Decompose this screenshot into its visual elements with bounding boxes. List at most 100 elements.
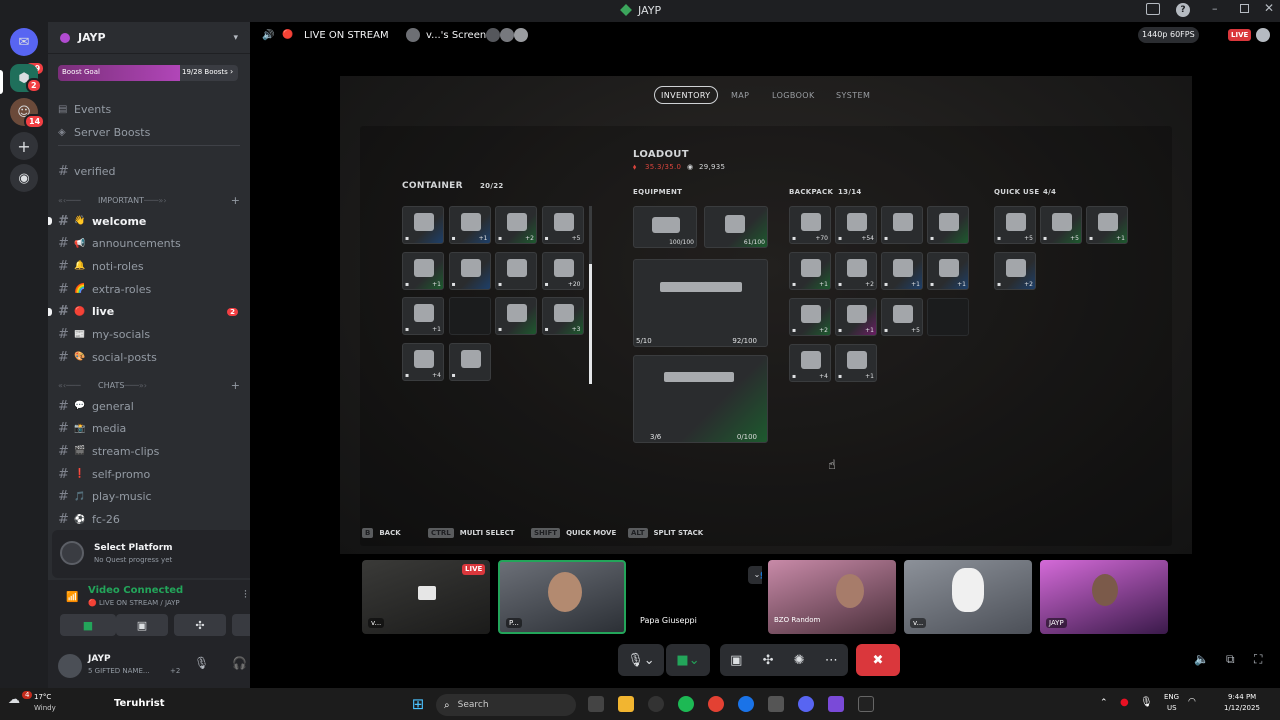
add-channel-icon[interactable]: + — [231, 379, 240, 392]
participant-tile-speaking[interactable]: P... — [498, 560, 626, 634]
mute-button[interactable]: 🎙⌄ — [618, 644, 664, 676]
microphone-icon[interactable]: 🎙 — [194, 656, 209, 670]
inventory-slot[interactable] — [927, 298, 969, 336]
inbox-icon[interactable] — [1146, 3, 1160, 15]
clock-date[interactable]: 1/12/2025 — [1224, 704, 1260, 712]
channel-announcements[interactable]: # 📢 announcements — [58, 234, 240, 254]
channel-stream-clips[interactable]: # 🎬 stream-clips — [58, 441, 240, 461]
inventory-slot[interactable]: ▪ +2 — [835, 252, 877, 290]
inventory-slot[interactable]: ▪ +2 — [994, 252, 1036, 290]
channel-live[interactable]: # 🔴 live 2 — [48, 302, 240, 322]
discover-icon[interactable]: ◉ — [10, 164, 38, 192]
wifi-icon[interactable]: ◠ — [1188, 697, 1196, 707]
nav-events[interactable]: ▤ Events — [58, 99, 240, 119]
maximize-button[interactable] — [1240, 4, 1249, 13]
inventory-slot[interactable]: ▪ +4 — [402, 342, 444, 381]
inventory-slot[interactable]: ▪ +5 — [994, 206, 1036, 244]
channel-extra-roles[interactable]: # 🌈 extra-roles — [58, 279, 240, 299]
share-screen-icon[interactable]: ▣ — [730, 653, 742, 668]
inventory-slot[interactable]: ▪ +4 — [789, 344, 831, 382]
tray-chevron-icon[interactable]: ⌃ — [1100, 698, 1108, 708]
app-icon[interactable] — [828, 696, 844, 712]
nav-server-boosts[interactable]: ◈ Server Boosts — [58, 122, 240, 142]
tab-system[interactable]: SYSTEM — [836, 86, 870, 104]
more-options-icon[interactable]: ⋯ — [825, 653, 838, 668]
inventory-slot[interactable]: ▪ +2 — [789, 298, 831, 336]
participant-tile[interactable]: JAYP — [1040, 560, 1168, 634]
category-important[interactable]: «‹─── IMPORTANT ───»› + — [58, 194, 240, 207]
language-line2[interactable]: US — [1167, 704, 1177, 712]
inventory-slot[interactable]: ▪ +1 — [1086, 206, 1128, 244]
inventory-slot[interactable]: ▪ +1 — [789, 252, 831, 290]
epic-games-icon[interactable] — [858, 696, 874, 712]
server-header[interactable]: JAYP ▾ — [48, 22, 250, 54]
direct-messages-icon[interactable]: ✉ — [10, 28, 38, 56]
inventory-slot[interactable]: ▪ — [495, 251, 537, 290]
channel-verified[interactable]: # verified — [58, 161, 240, 181]
channel-play-music[interactable]: # 🎵 play-music — [58, 487, 240, 507]
channel-my-socials[interactable]: # 📰 my-socials — [58, 325, 240, 345]
camera-toggle-button[interactable]: ■⌄ — [666, 644, 710, 676]
channel-fc-26[interactable]: # ⚽ fc-26 — [58, 510, 240, 530]
add-server-icon[interactable]: + — [10, 132, 38, 160]
windows-start-icon[interactable]: ⊞ — [410, 695, 426, 713]
inventory-slot[interactable]: ▪ — [448, 251, 491, 290]
inventory-slot[interactable]: ▪ +54 — [835, 206, 877, 244]
inventory-slot[interactable]: ▪ +70 — [789, 206, 831, 244]
channel-general[interactable]: # 💬 general — [58, 396, 240, 416]
inventory-slot[interactable] — [448, 297, 491, 335]
camera-button[interactable]: ■ — [60, 614, 116, 636]
category-chats[interactable]: «‹─── CHATS ───»› + — [58, 379, 240, 392]
scroll-thumb[interactable] — [589, 264, 592, 384]
inventory-slot[interactable]: ▪ +5 — [1040, 206, 1082, 244]
channel-noti-roles[interactable]: # 🔔 noti-roles — [58, 256, 240, 276]
headphones-icon[interactable]: 🎧 — [232, 656, 247, 670]
inventory-slot[interactable]: ▪ +20 — [541, 251, 584, 290]
weapon-slot-1[interactable]: 5/10 92/100 — [633, 259, 768, 347]
inventory-slot[interactable]: ▪ +3 — [541, 297, 584, 335]
clock-time[interactable]: 9:44 PM — [1228, 693, 1256, 701]
discord-icon[interactable] — [798, 696, 814, 712]
popout-icon[interactable]: ⧉ — [1226, 652, 1235, 667]
chrome-icon[interactable] — [708, 696, 724, 712]
inventory-slot[interactable]: ▪ +1 — [881, 252, 923, 290]
file-explorer-icon[interactable] — [618, 696, 634, 712]
inventory-slot[interactable]: ▪ +1 — [927, 252, 969, 290]
weather-icon[interactable]: ☁ — [8, 692, 20, 706]
task-view-icon[interactable] — [588, 696, 604, 712]
inventory-slot[interactable]: ▪ +1 — [835, 298, 877, 336]
fullscreen-icon[interactable]: ⛶ — [1254, 652, 1262, 667]
inventory-slot[interactable]: ▪ — [448, 342, 491, 381]
inventory-slot[interactable]: ▪ — [495, 297, 537, 335]
activities-button[interactable]: ✣ — [174, 614, 226, 636]
add-channel-icon[interactable]: + — [231, 194, 240, 207]
edge-icon[interactable] — [738, 696, 754, 712]
tray-app-icon[interactable]: ● — [1120, 697, 1129, 708]
minimize-button[interactable]: – — [1212, 2, 1218, 15]
spotify-icon[interactable] — [678, 696, 694, 712]
language-line1[interactable]: ENG — [1164, 693, 1179, 701]
inventory-slot[interactable]: ▪ +1 — [448, 206, 491, 244]
inventory-slot[interactable]: ▪ +1 — [402, 251, 444, 290]
leave-call-button[interactable]: ✖ — [856, 644, 900, 676]
avatar[interactable] — [58, 654, 82, 678]
volume-icon[interactable]: 🔈 — [1194, 652, 1209, 666]
channel-self-promo[interactable]: # ❗ self-promo — [58, 464, 240, 484]
screenshare-button[interactable]: ▣ — [116, 614, 168, 636]
tab-map[interactable]: MAP — [731, 86, 749, 104]
noise-suppression-icon[interactable]: ⫶ — [244, 588, 247, 602]
container-scrollbar[interactable] — [589, 206, 592, 384]
expand-participants-icon[interactable]: ⌄👥 — [748, 566, 762, 584]
tab-inventory[interactable]: INVENTORY — [654, 86, 718, 104]
github-icon[interactable] — [648, 696, 664, 712]
voice-channel[interactable]: 🔴 LIVE ON STREAM / JAYP — [88, 599, 180, 607]
tab-logbook[interactable]: LOGBOOK — [772, 86, 815, 104]
terminal-icon[interactable] — [768, 696, 784, 712]
inventory-slot[interactable]: ▪ +1 — [835, 344, 877, 382]
channel-media[interactable]: # 📸 media — [58, 419, 240, 439]
weapon-slot-2[interactable]: 3/6 0/100 — [633, 355, 768, 443]
activities-icon[interactable]: ✣ — [763, 653, 774, 668]
inventory-slot[interactable]: ▪ +5 — [881, 298, 923, 336]
inventory-slot[interactable]: ▪ +1 — [402, 297, 444, 335]
taskbar-search[interactable]: ⌕ Search — [436, 694, 576, 716]
